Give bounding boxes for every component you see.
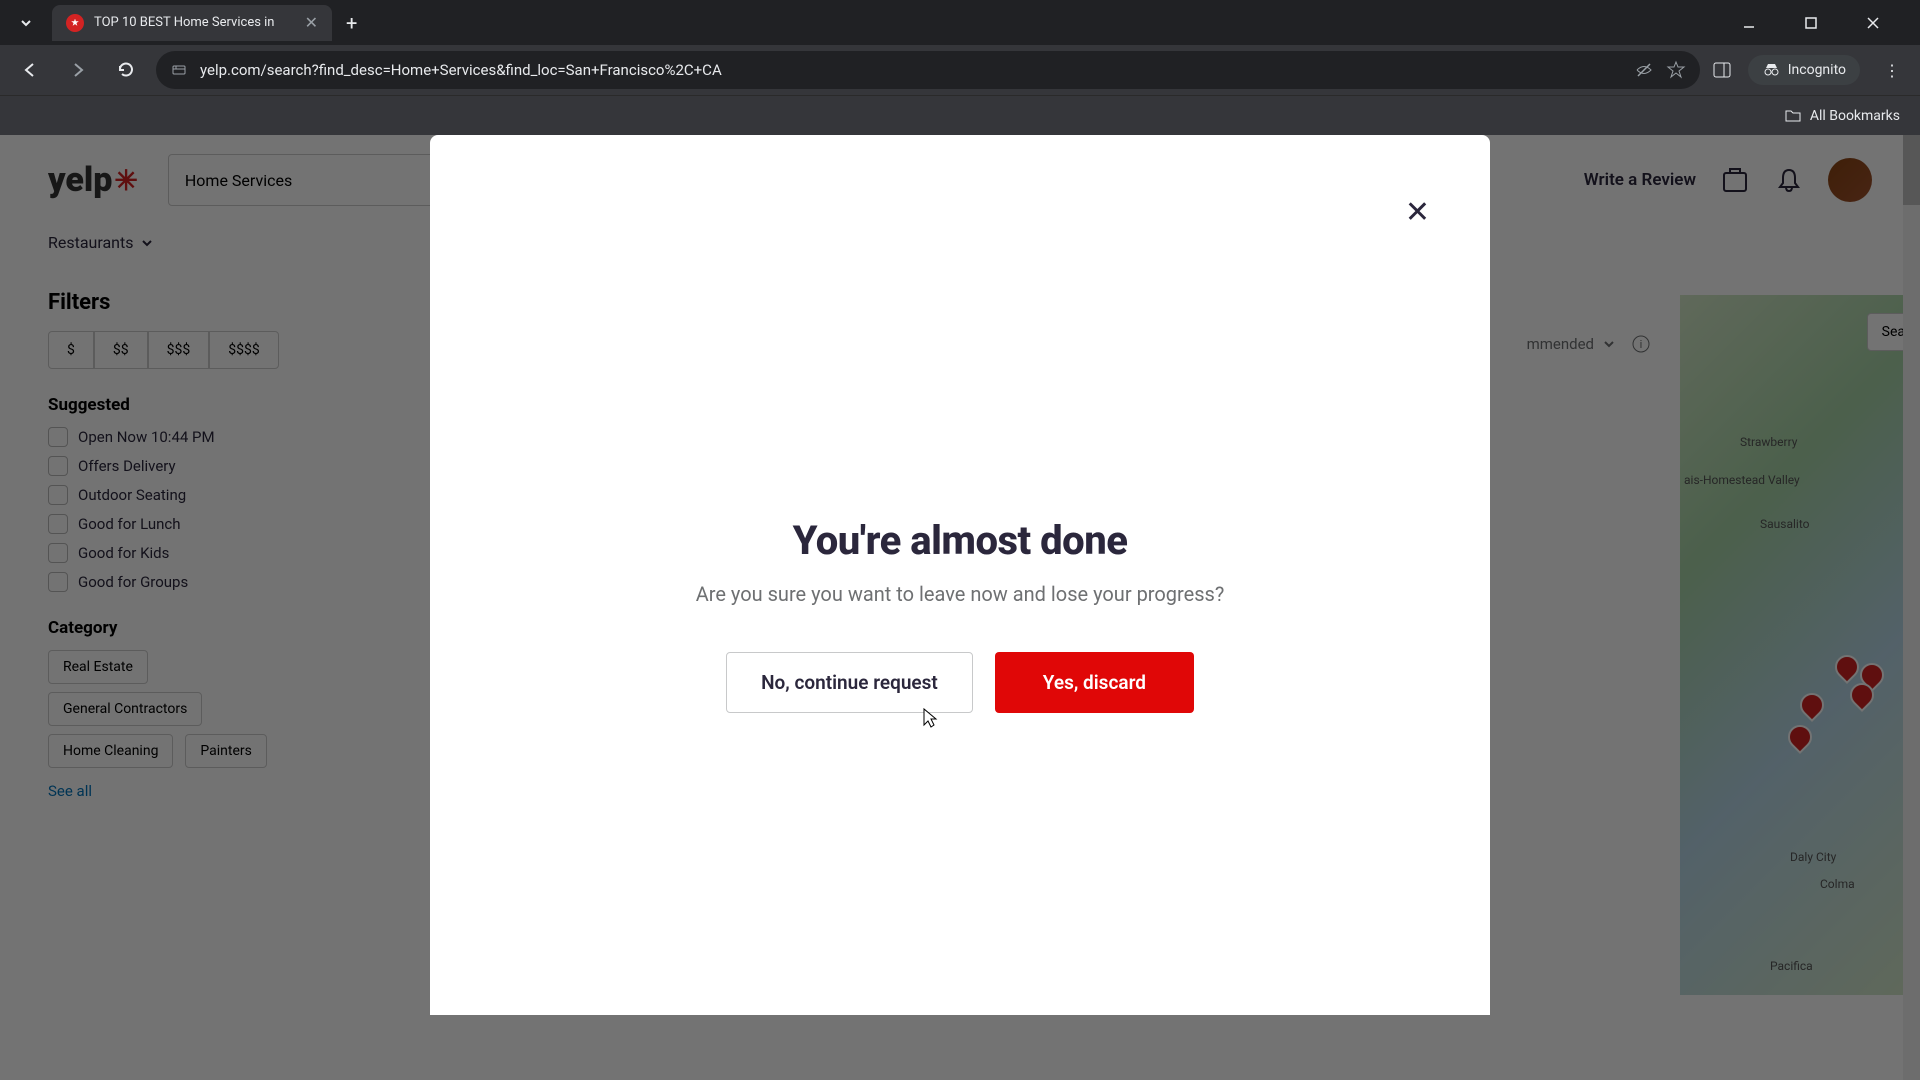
address-bar[interactable]: yelp.com/search?find_desc=Home+Services&…: [156, 51, 1700, 89]
bookmark-star-icon[interactable]: [1666, 60, 1686, 80]
browser-menu-button[interactable]: ⋮: [1876, 61, 1908, 80]
incognito-badge[interactable]: Incognito: [1748, 55, 1860, 85]
close-window-button[interactable]: [1856, 16, 1890, 30]
back-button[interactable]: [12, 52, 48, 88]
tab-close-icon[interactable]: ✕: [305, 13, 318, 32]
modal-subtitle: Are you sure you want to leave now and l…: [696, 582, 1225, 606]
modal-title: You're almost done: [793, 517, 1128, 564]
window-controls: [1732, 16, 1910, 30]
tab-favicon-icon: [66, 14, 84, 32]
side-panel-icon[interactable]: [1712, 60, 1732, 80]
minimize-button[interactable]: [1732, 16, 1766, 30]
browser-chrome: TOP 10 BEST Home Services in ✕ + yelp.co…: [0, 0, 1920, 135]
reload-button[interactable]: [108, 52, 144, 88]
maximize-button[interactable]: [1794, 16, 1828, 30]
url-text: yelp.com/search?find_desc=Home+Services&…: [200, 61, 1622, 79]
page-content: yelp ✳︎ Write a Review Restaurants Filte…: [0, 135, 1920, 1080]
modal-close-button[interactable]: ✕: [1405, 195, 1430, 230]
eye-off-icon[interactable]: [1634, 60, 1654, 80]
url-bar: yelp.com/search?find_desc=Home+Services&…: [0, 45, 1920, 95]
discard-button[interactable]: Yes, discard: [995, 652, 1194, 713]
right-controls: Incognito ⋮: [1712, 55, 1908, 85]
bookmarks-bar: All Bookmarks: [0, 95, 1920, 135]
incognito-icon: [1762, 61, 1780, 79]
all-bookmarks-label: All Bookmarks: [1810, 108, 1900, 124]
tab-bar: TOP 10 BEST Home Services in ✕ +: [0, 0, 1920, 45]
confirm-modal: ✕ You're almost done Are you sure you wa…: [430, 135, 1490, 1015]
browser-tab[interactable]: TOP 10 BEST Home Services in ✕: [52, 5, 332, 41]
forward-button[interactable]: [60, 52, 96, 88]
continue-button[interactable]: No, continue request: [726, 652, 973, 713]
site-info-icon[interactable]: [170, 61, 188, 79]
incognito-label: Incognito: [1788, 62, 1846, 78]
all-bookmarks-button[interactable]: All Bookmarks: [1784, 107, 1900, 125]
tab-title: TOP 10 BEST Home Services in: [94, 15, 297, 30]
new-tab-button[interactable]: +: [346, 11, 357, 35]
tab-list-button[interactable]: [10, 7, 42, 39]
folder-icon: [1784, 107, 1802, 125]
